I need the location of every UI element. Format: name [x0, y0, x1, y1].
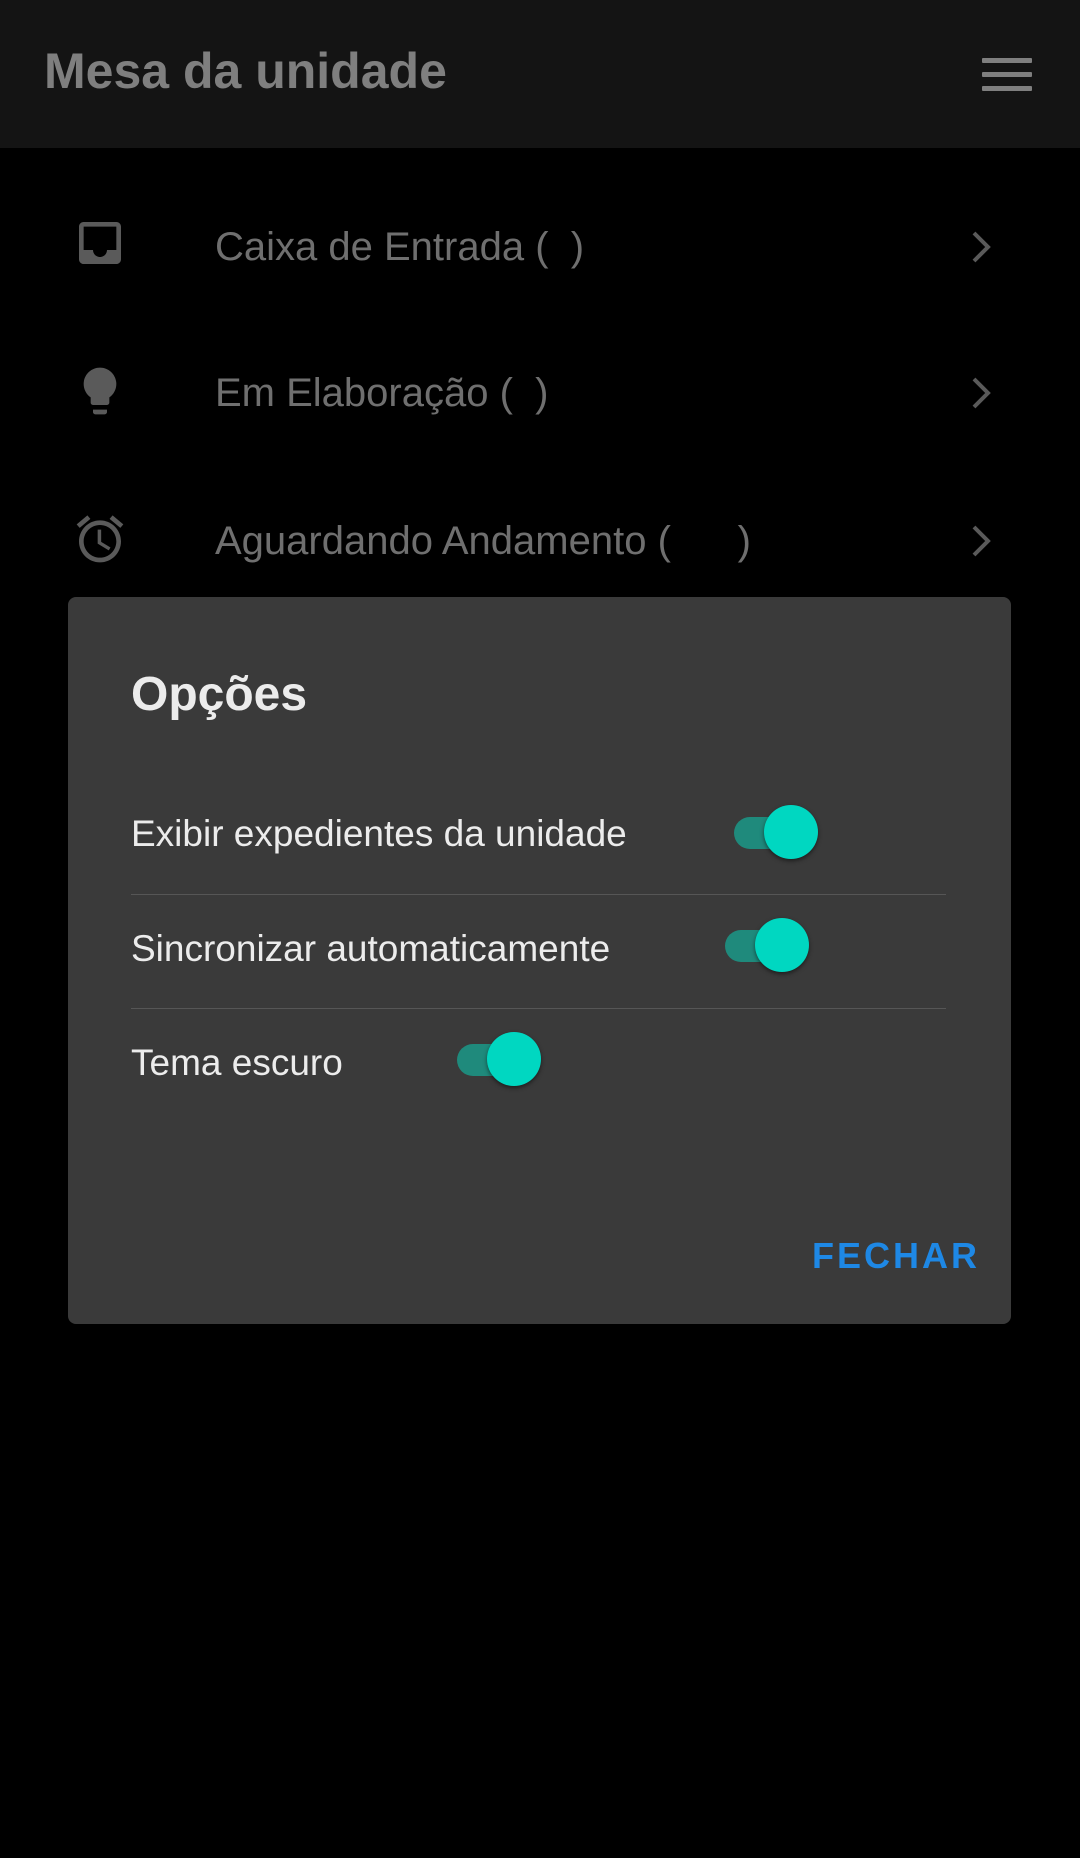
hamburger-menu-icon[interactable] [982, 58, 1032, 92]
lightbulb-icon [83, 367, 117, 415]
chevron-right-icon [972, 525, 991, 557]
show-unit-items-toggle[interactable] [734, 803, 820, 859]
list-item-inbox[interactable]: Caixa de Entrada ( ) [0, 175, 1080, 321]
alarm-clock-icon [76, 515, 124, 563]
options-dialog: Opções Exibir expedientes da unidade Sin… [68, 597, 1011, 1324]
option-label: Exibir expedientes da unidade [131, 813, 627, 854]
toggle-thumb [487, 1032, 541, 1086]
app-bar: Mesa da unidade [0, 0, 1080, 148]
toggle-thumb [764, 805, 818, 859]
list-item-label: Aguardando Andamento ( ) [215, 519, 751, 563]
inbox-icon [79, 222, 121, 264]
chevron-right-icon [972, 377, 991, 409]
option-row-auto-sync: Sincronizar automaticamente [131, 894, 946, 1007]
chevron-right-icon [972, 231, 991, 263]
option-row-show-unit-items: Exibir expedientes da unidade [131, 779, 946, 892]
toggle-thumb [755, 918, 809, 972]
option-label: Tema escuro [131, 1042, 343, 1083]
dialog-title: Opções [131, 668, 308, 721]
list-item-drafts[interactable]: Em Elaboração ( ) [0, 321, 1080, 467]
auto-sync-toggle[interactable] [725, 916, 811, 972]
page-title: Mesa da unidade [44, 43, 447, 99]
list-item-label: Em Elaboração ( ) [215, 371, 549, 415]
page: Mesa da unidade Caixa de Entrada ( ) Em … [0, 0, 1080, 1858]
list-item-label: Caixa de Entrada ( ) [215, 225, 585, 269]
option-label: Sincronizar automaticamente [131, 928, 611, 969]
list-item-awaiting[interactable]: Aguardando Andamento ( ) [0, 469, 1080, 615]
dark-theme-toggle[interactable] [457, 1030, 543, 1086]
option-row-dark-theme: Tema escuro [131, 1008, 946, 1121]
close-button[interactable]: FECHAR [812, 1235, 980, 1277]
